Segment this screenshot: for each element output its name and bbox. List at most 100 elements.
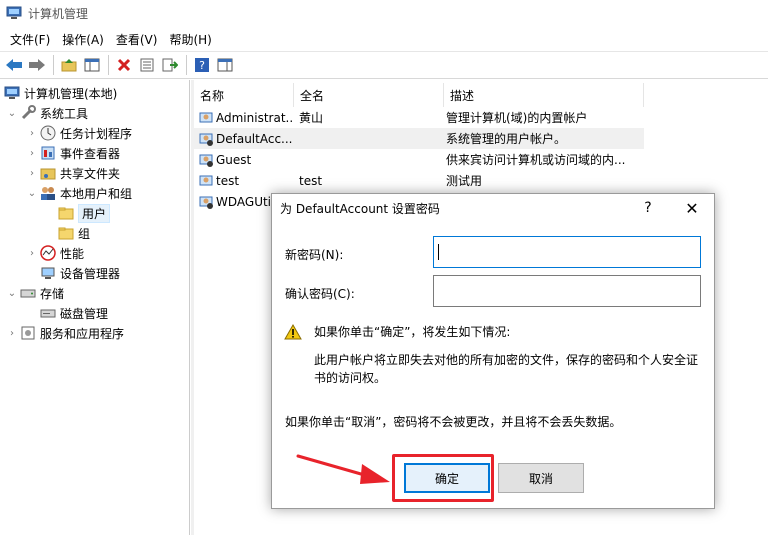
back-icon[interactable] <box>3 54 25 76</box>
device-manager-icon <box>40 265 56 281</box>
cancel-note: 如果你单击“取消”，密码将不会被更改，并且将不会丢失数据。 <box>285 415 622 429</box>
event-viewer-icon <box>40 145 56 161</box>
tree-item-storage[interactable]: ⌄ 存储 <box>6 283 64 303</box>
tree-label: 共享文件夹 <box>60 166 121 181</box>
tree-item-device-manager[interactable]: 设备管理器 <box>40 263 120 283</box>
services-icon <box>20 325 36 341</box>
tree-label: 组 <box>78 226 91 241</box>
tree-label: 事件查看器 <box>60 146 121 161</box>
close-button[interactable]: ✕ <box>680 196 704 220</box>
tree-label: 存储 <box>40 286 65 301</box>
new-password-label: 新密码(N): <box>285 248 344 262</box>
tools-icon <box>20 105 36 121</box>
column-header-description[interactable]: 描述 <box>444 83 644 107</box>
tree-item-local-users-groups[interactable]: ⌄ 本地用户和组 <box>26 183 132 203</box>
annotation-arrow-icon <box>296 454 390 484</box>
tree-label: 磁盘管理 <box>60 306 109 321</box>
chevron-right-icon[interactable]: › <box>26 248 38 259</box>
help-button[interactable]: ? <box>636 196 660 220</box>
tree-label: 服务和应用程序 <box>40 326 125 341</box>
tree-item-users[interactable]: 用户 <box>58 203 111 223</box>
dialog-title: 为 DefaultAccount 设置密码 <box>280 202 440 216</box>
folder-icon <box>58 205 74 221</box>
user-disabled-icon <box>198 152 214 168</box>
clock-icon <box>40 125 56 141</box>
cell-name: Guest <box>216 152 252 167</box>
toolbar-separator <box>53 55 54 75</box>
list-row[interactable]: test test 测试用 <box>194 170 644 191</box>
tree-label: 系统工具 <box>40 106 89 121</box>
menu-action[interactable]: 操作(A) <box>56 31 110 48</box>
toolbar-separator <box>108 55 109 75</box>
up-folder-icon[interactable] <box>58 54 80 76</box>
warning-heading: 如果你单击“确定”，将发生如下情况: <box>314 325 511 339</box>
tree-item-task-scheduler[interactable]: › 任务计划程序 <box>26 123 132 143</box>
chevron-right-icon[interactable]: › <box>6 328 18 339</box>
users-group-icon <box>40 185 56 201</box>
window-title: 计算机管理 <box>28 6 89 21</box>
user-disabled-icon <box>198 131 214 147</box>
user-disabled-icon <box>198 194 214 210</box>
column-header-fullname[interactable]: 全名 <box>294 83 444 107</box>
export-icon[interactable] <box>159 54 181 76</box>
tree-item-shared-folders[interactable]: › 共享文件夹 <box>26 163 120 183</box>
annotation-highlight-box <box>392 454 494 502</box>
new-password-field[interactable] <box>433 236 701 268</box>
shared-folder-icon <box>40 165 56 181</box>
chevron-right-icon[interactable]: › <box>26 168 38 179</box>
user-icon <box>198 110 214 126</box>
show-tree-icon[interactable] <box>81 54 103 76</box>
svg-text:?: ? <box>199 59 205 72</box>
cell-description: 供来宾访问计算机或访问域的内... <box>446 153 626 167</box>
forward-icon[interactable] <box>26 54 48 76</box>
computer-management-icon <box>6 6 22 20</box>
menu-view[interactable]: 查看(V) <box>110 31 164 48</box>
tree-item-root[interactable]: 计算机管理(本地) <box>4 83 117 103</box>
toolbar-separator <box>186 55 187 75</box>
computer-management-icon <box>4 85 20 101</box>
cell-fullname: test <box>299 173 323 188</box>
menu-help[interactable]: 帮助(H) <box>163 31 217 48</box>
cell-name: WDAGUti <box>216 194 272 209</box>
list-row[interactable]: Administrat... 黄山 管理计算机(域)的内置帐户 <box>194 107 644 128</box>
list-row[interactable]: WDAGUti <box>194 191 274 212</box>
tree-item-performance[interactable]: › 性能 <box>26 243 84 263</box>
chevron-down-icon[interactable]: ⌄ <box>6 108 18 119</box>
user-icon <box>198 173 214 189</box>
warning-line-2: 书的访问权。 <box>314 371 387 385</box>
column-header-name[interactable]: 名称 <box>194 83 294 107</box>
tree-label: 设备管理器 <box>60 266 121 281</box>
delete-icon[interactable] <box>113 54 135 76</box>
cancel-button[interactable]: 取消 <box>498 463 584 493</box>
tree-item-services-apps[interactable]: › 服务和应用程序 <box>6 323 124 343</box>
warning-line-1: 此用户帐户将立即失去对他的所有加密的文件，保存的密码和个人安全证 <box>314 353 699 367</box>
tree-item-groups[interactable]: 组 <box>58 223 90 243</box>
list-row[interactable]: Guest 供来宾访问计算机或访问域的内... <box>194 149 644 170</box>
cell-name: test <box>216 173 240 188</box>
tree-item-event-viewer[interactable]: › 事件查看器 <box>26 143 120 163</box>
title-bar: 计算机管理 <box>0 0 768 26</box>
chevron-right-icon[interactable]: › <box>26 148 38 159</box>
tree-label: 任务计划程序 <box>60 126 133 141</box>
help-icon[interactable]: ? <box>191 54 213 76</box>
disk-management-icon <box>40 305 56 321</box>
list-row[interactable]: DefaultAcc... 系统管理的用户帐户。 <box>194 128 644 149</box>
menu-bar: 文件(F) 操作(A) 查看(V) 帮助(H) <box>0 29 768 49</box>
storage-icon <box>20 285 36 301</box>
tree-item-disk-management[interactable]: 磁盘管理 <box>40 303 108 323</box>
show-pane-icon[interactable] <box>214 54 236 76</box>
menu-file[interactable]: 文件(F) <box>4 31 56 48</box>
cell-description: 测试用 <box>446 174 483 188</box>
properties-icon[interactable] <box>136 54 158 76</box>
cell-description: 系统管理的用户帐户。 <box>446 132 567 146</box>
navigation-tree: 计算机管理(本地) ⌄ 系统工具 › 任务计划程序 › 事件查看器 › 共享文件… <box>0 80 190 535</box>
text-caret <box>438 244 439 260</box>
tree-label: 计算机管理(本地) <box>24 86 118 101</box>
chevron-down-icon[interactable]: ⌄ <box>6 288 18 299</box>
tree-item-system-tools[interactable]: ⌄ 系统工具 <box>6 103 88 123</box>
cell-fullname: 黄山 <box>299 111 324 125</box>
chevron-down-icon[interactable]: ⌄ <box>26 188 38 199</box>
confirm-password-field[interactable] <box>433 275 701 307</box>
chevron-right-icon[interactable]: › <box>26 128 38 139</box>
tree-label: 本地用户和组 <box>60 186 133 201</box>
